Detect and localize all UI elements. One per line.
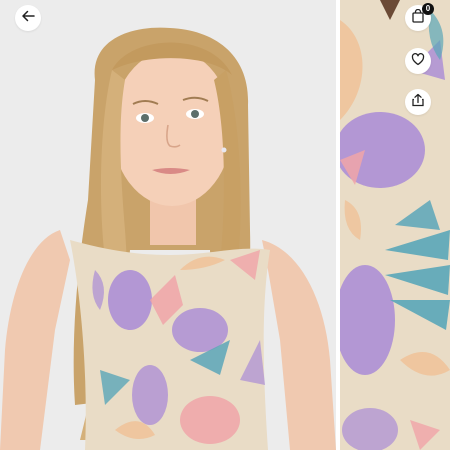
product-photo-main[interactable] <box>0 0 336 450</box>
share-icon <box>411 93 425 112</box>
back-button[interactable] <box>15 5 41 31</box>
wishlist-button[interactable] <box>405 48 431 74</box>
bag-count-badge: 0 <box>422 3 434 15</box>
product-photo-main-image <box>0 0 336 450</box>
product-photo-detail[interactable] <box>340 0 450 450</box>
product-photo-detail-image <box>340 0 450 450</box>
arrow-left-icon <box>21 9 35 28</box>
share-button[interactable] <box>405 89 431 115</box>
heart-icon <box>411 52 425 71</box>
shopping-bag-button[interactable]: 0 <box>405 3 434 31</box>
product-image-gallery[interactable]: 0 <box>0 0 450 450</box>
